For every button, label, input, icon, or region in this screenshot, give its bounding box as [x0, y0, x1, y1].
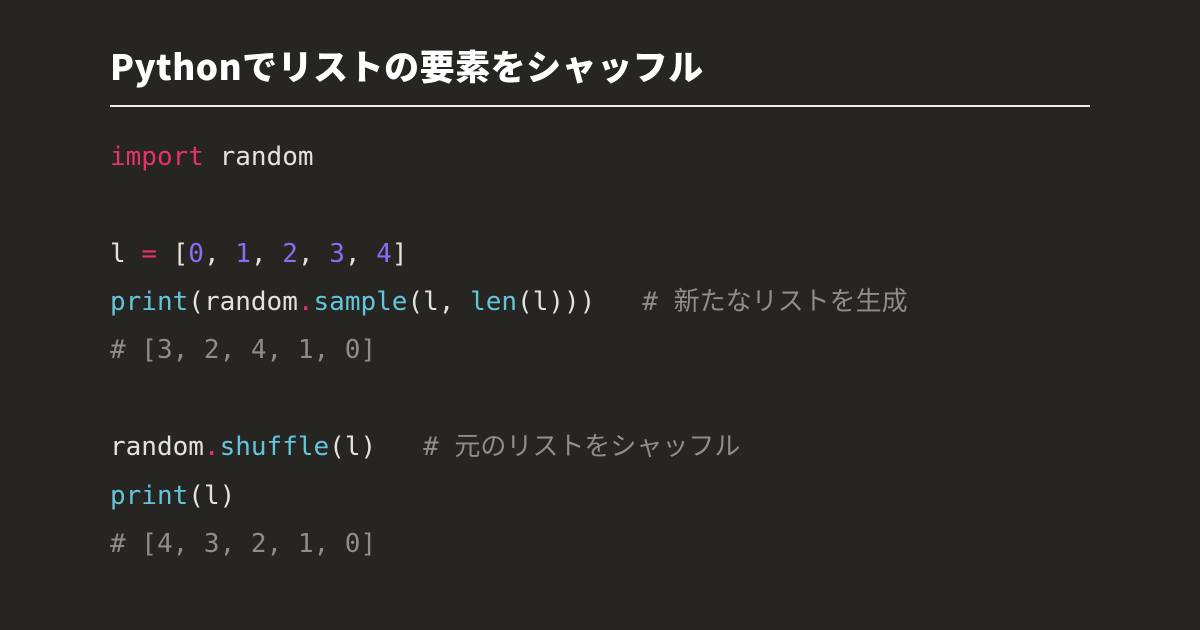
- fn-len: len: [470, 287, 517, 317]
- module-random: random: [110, 432, 204, 462]
- arg: l: [204, 481, 220, 511]
- code-line-5: # [3, 2, 4, 1, 0]: [110, 335, 376, 365]
- comma: ,: [251, 239, 282, 269]
- bracket-close: ]: [392, 239, 408, 269]
- code-line-9: # [4, 3, 2, 1, 0]: [110, 529, 376, 559]
- paren-close: ): [220, 481, 236, 511]
- paren-open: (: [517, 287, 533, 317]
- fn-shuffle: shuffle: [220, 432, 330, 462]
- dot: .: [298, 287, 314, 317]
- num: 4: [376, 239, 392, 269]
- paren-close: ): [580, 287, 596, 317]
- bracket-open: [: [173, 239, 189, 269]
- space: [157, 239, 173, 269]
- comma: ,: [298, 239, 329, 269]
- num: 0: [188, 239, 204, 269]
- num: 3: [329, 239, 345, 269]
- code-line-1: import random: [110, 142, 314, 172]
- pad: [376, 432, 423, 462]
- code-line-7: random.shuffle(l) # 元のリストをシャッフル: [110, 432, 740, 462]
- comma: ,: [204, 239, 235, 269]
- paren-open: (: [188, 481, 204, 511]
- num: 2: [282, 239, 298, 269]
- dot: .: [204, 432, 220, 462]
- comma: ,: [439, 287, 470, 317]
- code-line-3: l = [0, 1, 2, 3, 4]: [110, 239, 407, 269]
- space: [204, 142, 220, 172]
- paren-open: (: [407, 287, 423, 317]
- code-line-8: print(l): [110, 481, 235, 511]
- fn-print: print: [110, 481, 188, 511]
- keyword-import: import: [110, 142, 204, 172]
- fn-print: print: [110, 287, 188, 317]
- fn-sample: sample: [314, 287, 408, 317]
- pad: [595, 287, 642, 317]
- paren-open: (: [188, 287, 204, 317]
- comment: # 新たなリストを生成: [642, 287, 907, 317]
- num: 1: [235, 239, 251, 269]
- comment: # 元のリストをシャッフル: [423, 432, 740, 462]
- arg: l: [345, 432, 361, 462]
- paren-close: ): [360, 432, 376, 462]
- page-title: Pythonでリストの要素をシャッフル: [110, 40, 1090, 107]
- paren-open: (: [329, 432, 345, 462]
- module-random: random: [220, 142, 314, 172]
- module-random: random: [204, 287, 298, 317]
- paren-close: ): [548, 287, 564, 317]
- arg: l: [423, 287, 439, 317]
- comment-output: # [4, 3, 2, 1, 0]: [110, 529, 376, 559]
- var-l: l: [110, 239, 141, 269]
- code-line-4: print(random.sample(l, len(l))) # 新たなリスト…: [110, 287, 908, 317]
- page: Pythonでリストの要素をシャッフル import random l = [0…: [0, 0, 1200, 568]
- paren-close: ): [564, 287, 580, 317]
- arg: l: [533, 287, 549, 317]
- code-block: import random l = [0, 1, 2, 3, 4] print(…: [110, 133, 1090, 568]
- comma: ,: [345, 239, 376, 269]
- op-assign: =: [141, 239, 157, 269]
- comment-output: # [3, 2, 4, 1, 0]: [110, 335, 376, 365]
